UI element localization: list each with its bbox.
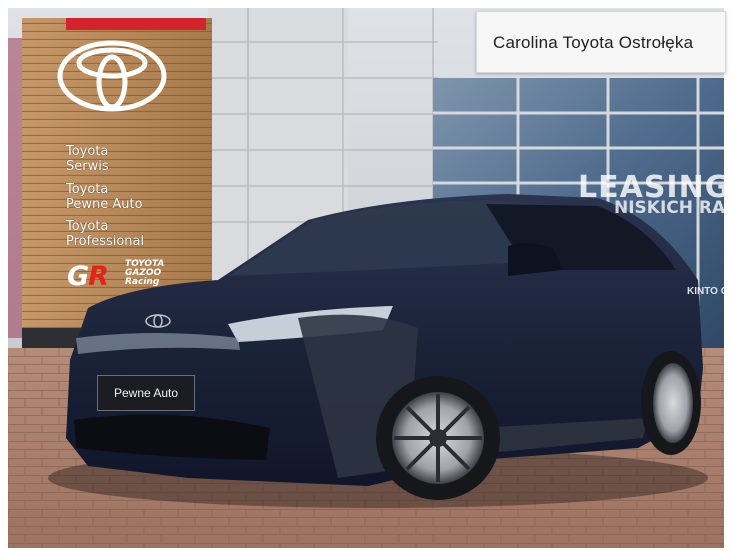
rear-rim: [653, 363, 693, 443]
pylon-line-3: Toyota: [66, 182, 109, 197]
license-plate: Pewne Auto: [97, 375, 195, 411]
dealer-sign-text: Carolina Toyota Ostrołęka: [493, 33, 694, 52]
scene: [8, 8, 724, 548]
gr-logo-icon: GR: [67, 261, 109, 292]
window-ad-corner: KINTO ONE: [687, 286, 724, 297]
pylon-line-5: Toyota: [66, 219, 109, 234]
window-ad-subline: NISKICH RA: [614, 198, 724, 218]
pylon-line-6: Professional: [66, 234, 145, 249]
pylon-line-4: Pewne Auto: [66, 197, 143, 212]
license-plate-text: Pewne Auto: [114, 386, 179, 400]
pylon-line-2: Serwis: [66, 159, 109, 174]
gr-gazoo-racing-text: TOYOTA GAZOO Racing: [125, 259, 165, 287]
dealership-photo: Toyota Serwis Toyota Pewne Auto Toyota P…: [8, 8, 724, 548]
pylon-red-strip: [66, 18, 206, 30]
pylon-line-1: Toyota: [66, 144, 109, 159]
dealer-sign: Carolina Toyota Ostrołęka: [476, 11, 726, 73]
